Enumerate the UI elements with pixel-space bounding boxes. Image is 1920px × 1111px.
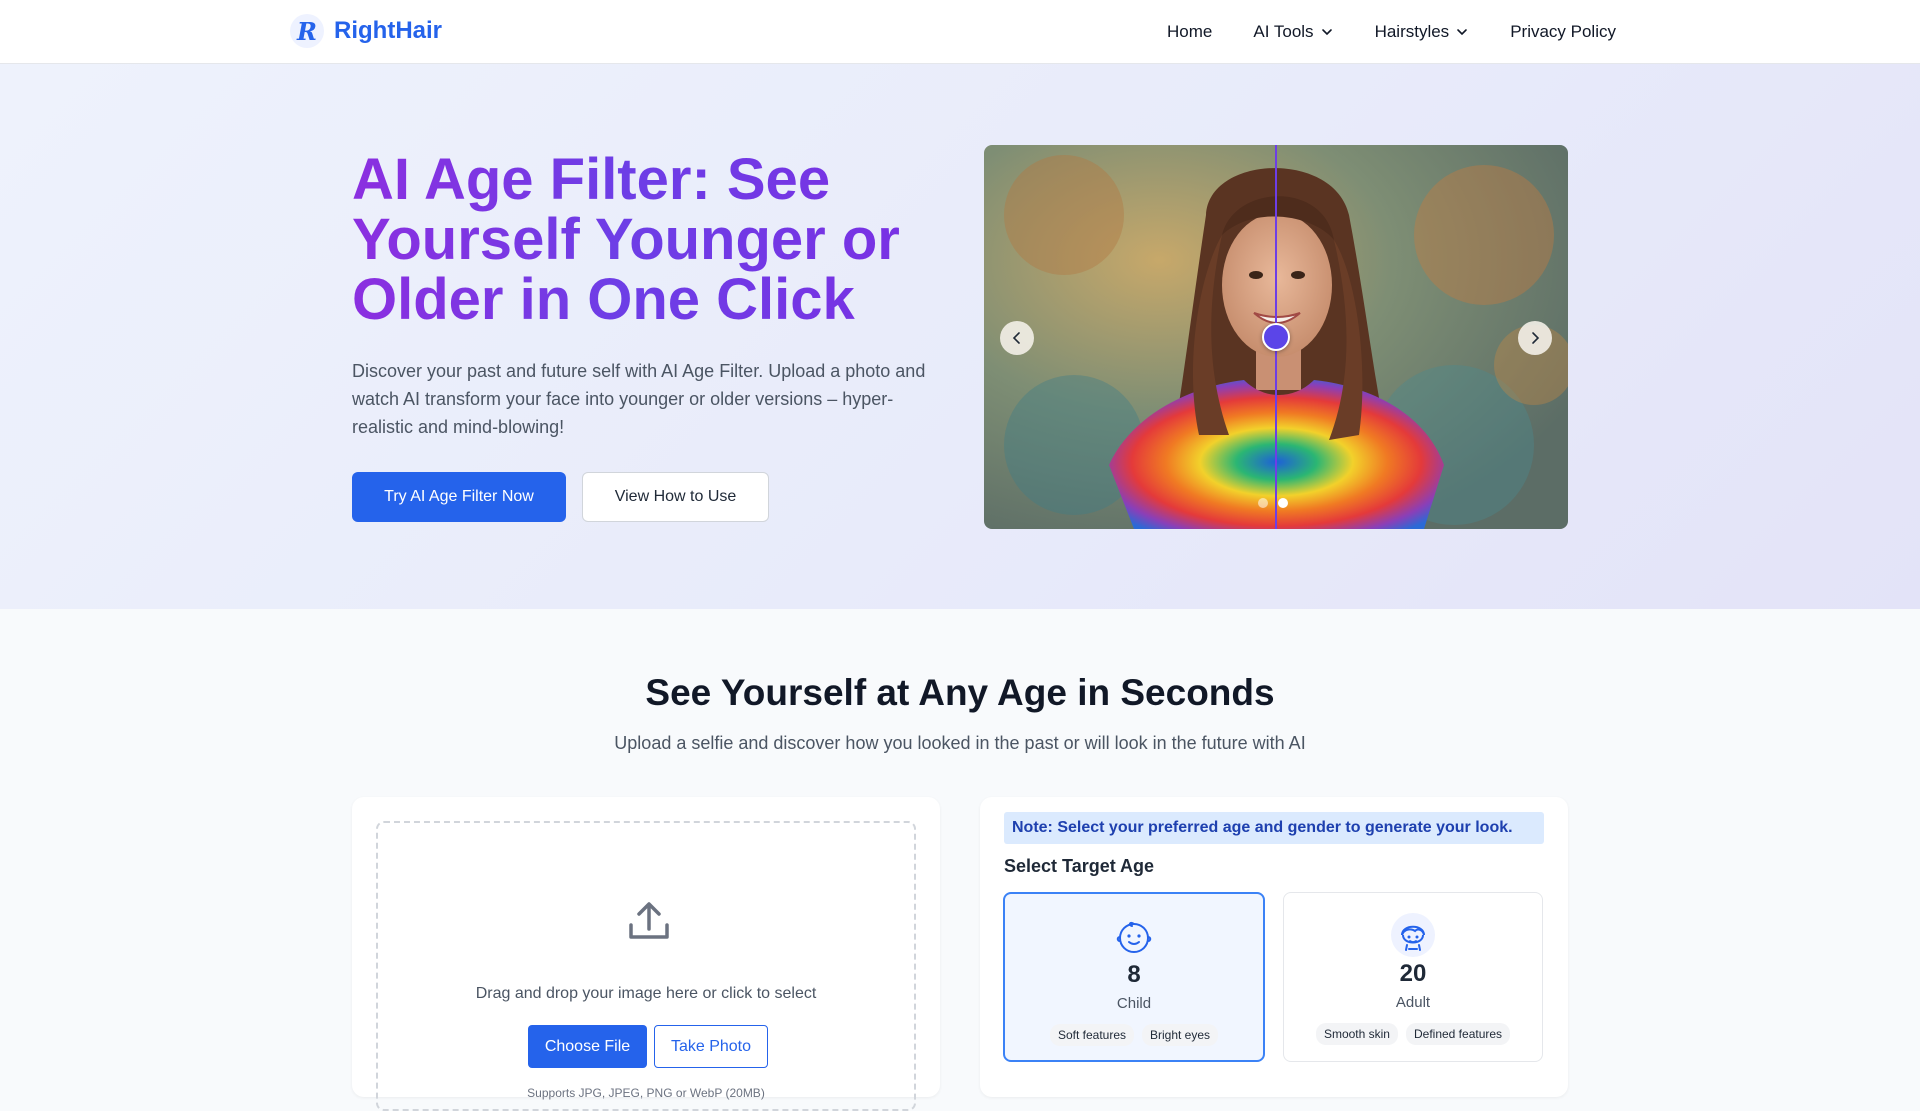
nav-item-home[interactable]: Home (1167, 22, 1212, 42)
age-option-child[interactable]: 8 Child Soft features Bright eyes (1003, 892, 1265, 1062)
hero-description: Discover your past and future self with … (352, 361, 926, 437)
nav-item-hairstyles[interactable]: Hairstyles (1375, 22, 1470, 42)
upload-icon (629, 902, 669, 939)
age-tags: Soft features Bright eyes (1005, 1024, 1263, 1046)
nav-item-label: Privacy Policy (1510, 22, 1616, 41)
supported-formats-note: Supports JPG, JPEG, PNG or WebP (20MB) (527, 1086, 765, 1100)
nav-menu: Home AI Tools Hairstyles Privacy Policy (1167, 0, 1616, 64)
slider-prev-button[interactable] (1000, 321, 1034, 355)
nav-item-label: Hairstyles (1374, 22, 1450, 41)
child-face-icon (1112, 914, 1156, 958)
compare-handle[interactable] (1262, 323, 1290, 351)
slider-dot-active[interactable] (1278, 498, 1288, 508)
logo-icon: R (290, 14, 324, 48)
nav-item-ai-tools[interactable]: AI Tools (1253, 22, 1333, 42)
section-title: See Yourself at Any Age in Seconds (645, 672, 1275, 713)
nav-item-privacy-policy[interactable]: Privacy Policy (1510, 22, 1616, 42)
select-target-age-label: Select Target Age (1004, 856, 1155, 876)
feature-tag: Soft features (1049, 1024, 1134, 1046)
feature-tag: Smooth skin (1315, 1023, 1398, 1045)
before-after-slider[interactable] (984, 145, 1568, 529)
age-value: 20 (1399, 960, 1427, 987)
slider-dot[interactable] (1258, 498, 1268, 508)
chevron-down-icon (1457, 29, 1467, 36)
nav-item-label: Home (1167, 22, 1213, 41)
brand-name: RightHair (334, 17, 442, 44)
dropzone-prompt: Drag and drop your image here or click t… (475, 985, 817, 1002)
take-photo-button[interactable]: Take Photo (654, 1025, 768, 1068)
slider-dots (1258, 498, 1288, 508)
top-navbar: R RightHair Home AI Tools Hairstyles Pri… (0, 0, 1920, 64)
hero-section: AI Age Filter: See Yourself Younger or O… (0, 64, 1920, 609)
chevron-right-icon (1532, 332, 1540, 344)
age-tags: Smooth skin Defined features (1284, 1023, 1542, 1045)
upload-card: Drag and drop your image here or click t… (352, 797, 940, 1111)
age-value: 8 (1127, 961, 1141, 988)
options-card: Note: Select your preferred age and gend… (980, 797, 1568, 1097)
hero-title: AI Age Filter: See Yourself Younger or O… (352, 150, 952, 330)
try-age-filter-button[interactable]: Try AI Age Filter Now (352, 472, 566, 522)
selection-note: Note: Select your preferred age and gend… (1004, 812, 1544, 844)
upload-dropzone[interactable]: Drag and drop your image here or click t… (376, 821, 916, 1111)
section-subtitle: Upload a selfie and discover how you loo… (614, 733, 1306, 753)
feature-tag: Bright eyes (1142, 1024, 1219, 1046)
age-label: Child (1116, 995, 1152, 1012)
chevron-down-icon (1321, 29, 1332, 36)
age-option-adult[interactable]: 20 Adult Smooth skin Defined features (1283, 892, 1543, 1062)
view-how-to-use-button[interactable]: View How to Use (582, 472, 769, 522)
slider-next-button[interactable] (1518, 321, 1552, 355)
adult-face-icon (1391, 913, 1435, 957)
nav-item-label: AI Tools (1253, 22, 1314, 41)
brand-logo[interactable]: R RightHair (290, 14, 442, 48)
age-label: Adult (1395, 994, 1431, 1011)
choose-file-button[interactable]: Choose File (528, 1025, 647, 1068)
chevron-left-icon (1012, 332, 1020, 344)
feature-tag: Defined features (1405, 1023, 1511, 1045)
